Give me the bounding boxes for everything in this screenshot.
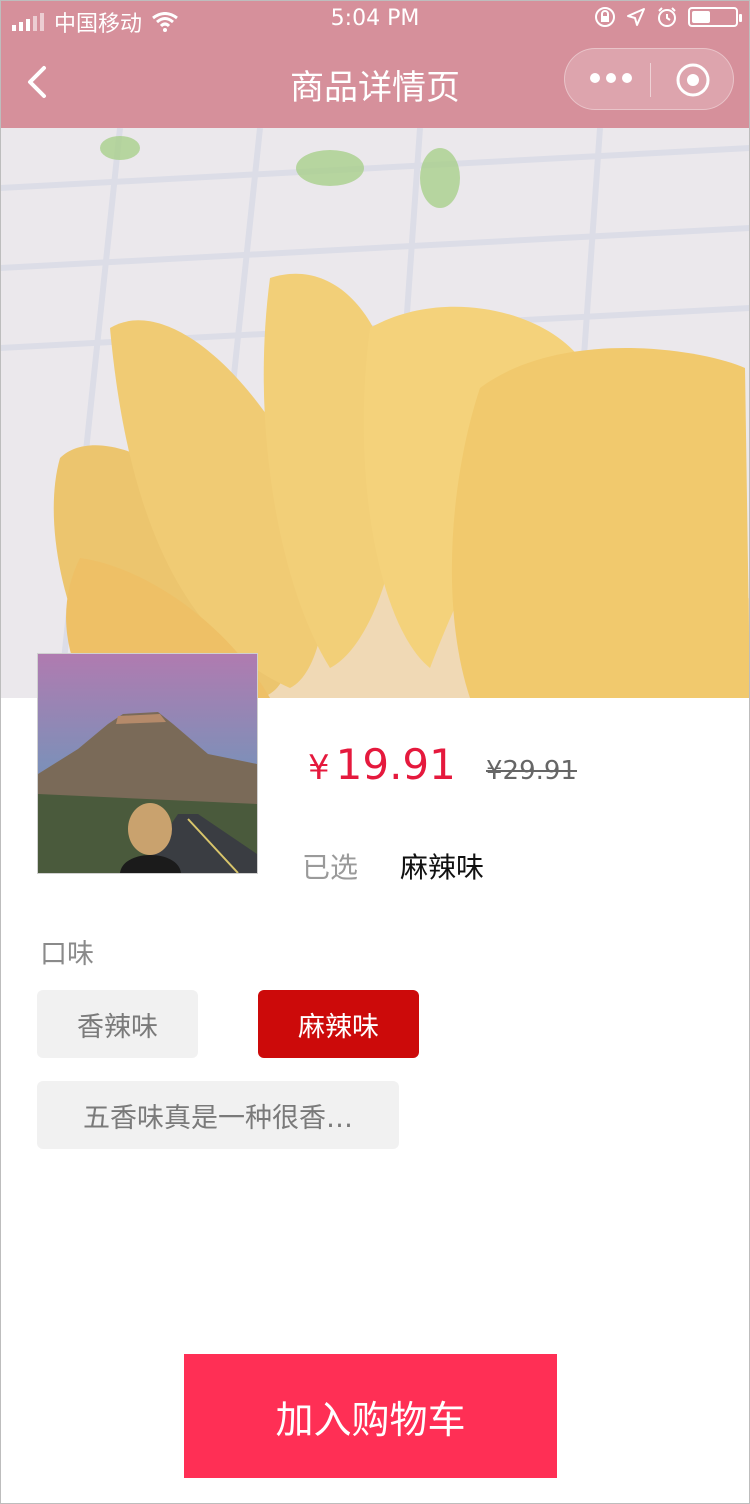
nav-bar: 商品详情页 [0, 40, 750, 128]
flavor-option-numbing-spicy[interactable]: 麻辣味 [258, 990, 419, 1058]
capsule-divider [650, 63, 651, 97]
flavor-section-title: 口味 [40, 939, 94, 970]
product-image [0, 128, 750, 698]
selected-value: 麻辣味 [400, 851, 485, 884]
flavor-option-five-spice-label: 五香味真是一种很香… [83, 1102, 353, 1134]
price-symbol: ¥ [308, 748, 330, 788]
flavor-option-five-spice[interactable]: 五香味真是一种很香… [37, 1081, 399, 1149]
thumbnail-photo [38, 654, 257, 873]
flavor-option-spicy[interactable]: 香辣味 [37, 990, 198, 1058]
alarm-icon [658, 7, 676, 27]
price-value: 19.91 [335, 740, 456, 789]
selected-label: 已选 [302, 851, 359, 884]
mini-program-capsule [564, 48, 734, 110]
battery-icon [688, 7, 742, 27]
status-bar: 中国移动 5:04 PM [0, 0, 750, 40]
location-icon [627, 8, 645, 26]
more-dots-icon[interactable] [590, 73, 632, 83]
dried-mango-photo [0, 128, 750, 698]
current-price: ¥19.91 [308, 740, 456, 789]
add-to-cart-button[interactable]: 加入购物车 [184, 1354, 557, 1478]
target-icon[interactable] [675, 62, 711, 98]
rotation-lock-icon [595, 7, 615, 27]
product-thumbnail [37, 653, 258, 874]
original-price: ¥29.91 [486, 756, 577, 786]
